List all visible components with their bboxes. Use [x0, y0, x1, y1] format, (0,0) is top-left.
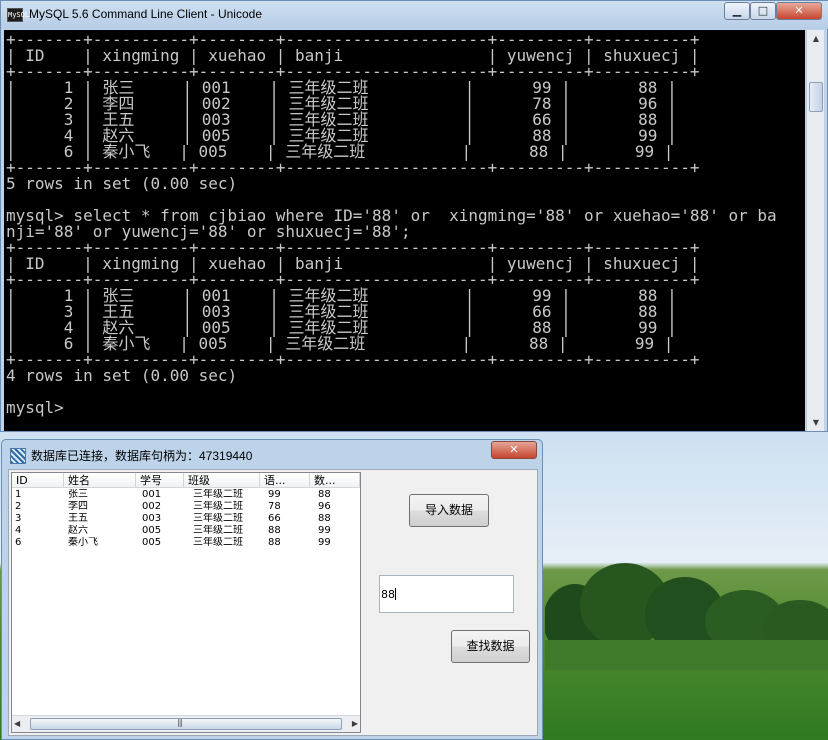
table-row[interactable]: 1 张三 001 三年级二班 99 88	[12, 489, 360, 501]
listview-header: ID 姓名 学号 班级 语... 数...	[12, 473, 360, 488]
dialog-close-button[interactable]: ✕	[491, 441, 537, 459]
table-cell: 6	[15, 537, 22, 548]
table-cell: 99	[318, 537, 331, 548]
table-cell: 96	[318, 501, 331, 512]
table-cell: 王五	[68, 513, 88, 524]
table-cell: 2	[15, 501, 22, 512]
import-data-button[interactable]: 导入数据	[409, 494, 489, 527]
maximize-button[interactable]: □	[750, 2, 776, 20]
table-cell: 秦小飞	[68, 537, 98, 548]
console-title: MySQL 5.6 Command Line Client - Unicode	[29, 7, 262, 21]
search-input[interactable]: 88	[379, 575, 514, 613]
close-icon: ✕	[509, 443, 519, 456]
table-cell: 三年级二班	[193, 537, 243, 548]
table-cell: 88	[268, 525, 281, 536]
table-cell: 张三	[68, 489, 88, 500]
close-button[interactable]: ✕	[776, 2, 822, 20]
table-cell: 三年级二班	[193, 525, 243, 536]
table-cell: 003	[142, 513, 162, 524]
minimize-button[interactable]: ▁	[724, 2, 750, 20]
table-cell: 66	[268, 513, 281, 524]
listview-hscrollbar[interactable]: ◀ ||| ▶	[12, 715, 360, 732]
table-cell: 002	[142, 501, 162, 512]
console-titlebar[interactable]: MySQL MySQL 5.6 Command Line Client - Un…	[1, 1, 828, 29]
table-cell: 001	[142, 489, 162, 500]
column-header[interactable]: 数...	[310, 473, 360, 488]
table-cell: 88	[318, 489, 331, 500]
column-header[interactable]: ID	[12, 473, 64, 488]
table-cell: 李四	[68, 501, 88, 512]
console-window: MySQL MySQL 5.6 Command Line Client - Un…	[0, 0, 828, 432]
column-header[interactable]: 姓名	[64, 473, 136, 488]
dialog-window: 数据库已连接，数据库句柄为：47319440 ✕ ID 姓名 学号 班级 语... 数..…	[1, 439, 543, 740]
table-row[interactable]: 6 秦小飞 005 三年级二班 88 99	[12, 537, 360, 549]
console-output[interactable]: +-------+----------+--------+-----------…	[4, 30, 805, 431]
table-cell: 99	[318, 525, 331, 536]
column-header[interactable]: 语...	[260, 473, 310, 488]
table-cell: 1	[15, 489, 22, 500]
table-row[interactable]: 3 王五 003 三年级二班 66 88	[12, 513, 360, 525]
column-header[interactable]: 班级	[184, 473, 260, 488]
maximize-icon: □	[757, 4, 769, 17]
table-cell: 赵六	[68, 525, 88, 536]
table-cell: 三年级二班	[193, 513, 243, 524]
table-cell: 4	[15, 525, 22, 536]
left-arrow-icon[interactable]: ◀	[14, 719, 20, 728]
table-cell: 005	[142, 525, 162, 536]
wallpaper-trees	[545, 563, 828, 670]
dialog-client-area: ID 姓名 学号 班级 语... 数... 1 张三 001 三年级二班 99 88 2 李四 002 三年…	[8, 469, 538, 736]
table-row[interactable]: 2 李四 002 三年级二班 78 96	[12, 501, 360, 513]
console-line: 4 rows in set (0.00 sec)	[6, 366, 238, 385]
data-listview[interactable]: ID 姓名 学号 班级 语... 数... 1 张三 001 三年级二班 99 88 2 李四 002 三年…	[11, 472, 361, 733]
table-cell: 88	[268, 537, 281, 548]
minimize-icon: ▁	[732, 4, 742, 17]
table-cell: 78	[268, 501, 281, 512]
up-arrow-icon[interactable]: ▲	[807, 30, 825, 47]
grip-icon: |||	[177, 718, 183, 727]
dialog-title: 数据库已连接，数据库句柄为：47319440	[31, 449, 253, 463]
table-row[interactable]: 4 赵六 005 三年级二班 88 99	[12, 525, 360, 537]
console-line: 5 rows in set (0.00 sec)	[6, 174, 238, 193]
console-text: +-------+----------+--------+-----------…	[6, 32, 777, 416]
table-cell: 99	[268, 489, 281, 500]
table-cell: 005	[142, 537, 162, 548]
table-cell: 88	[318, 513, 331, 524]
console-line: mysql>	[6, 398, 64, 417]
search-data-button[interactable]: 查找数据	[451, 630, 530, 663]
table-cell: 三年级二班	[193, 489, 243, 500]
close-icon: ✕	[794, 4, 804, 17]
right-arrow-icon[interactable]: ▶	[352, 719, 358, 728]
console-scrollbar[interactable]: ▲ ▼	[806, 30, 824, 431]
column-header[interactable]: 学号	[136, 473, 184, 488]
app-icon	[10, 448, 26, 464]
scrollbar-thumb[interactable]: |||	[30, 718, 342, 730]
down-arrow-icon[interactable]: ▼	[807, 414, 825, 431]
scrollbar-thumb[interactable]	[809, 82, 823, 112]
table-cell: 3	[15, 513, 22, 524]
mysql-app-icon: MySQL	[7, 8, 29, 22]
table-cell: 三年级二班	[193, 501, 243, 512]
